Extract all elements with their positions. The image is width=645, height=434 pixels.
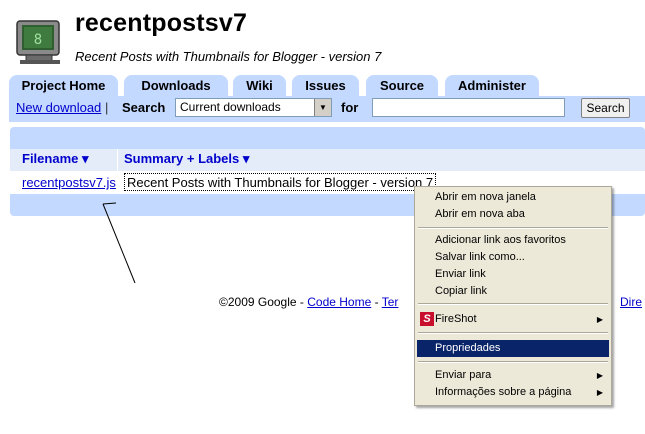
menu-separator (418, 303, 608, 305)
column-header-filename[interactable]: Filename ▾ (22, 151, 89, 167)
footer-link-direct[interactable]: Dire (620, 295, 642, 309)
new-download-link[interactable]: New download (16, 100, 101, 115)
svg-text:8: 8 (34, 32, 42, 48)
page-footer: ©2009 Google - Code Home - Ter (219, 295, 398, 309)
search-button[interactable]: Search (581, 98, 630, 118)
menu-item-properties[interactable]: Propriedades (417, 340, 609, 357)
tab-source[interactable]: Source (366, 75, 438, 96)
context-menu: Abrir em nova janela Abrir em nova aba A… (414, 186, 612, 406)
search-scope-value: Current downloads (180, 100, 281, 114)
search-scope-select[interactable]: Current downloads ▼ (175, 98, 332, 117)
menu-item-send-to-label: Enviar para (435, 369, 492, 381)
menu-item-fireshot-label: FireShot (435, 313, 477, 325)
menu-item-save-link-as[interactable]: Salvar link como... (417, 249, 609, 266)
terms-link[interactable]: Ter (382, 295, 399, 309)
column-divider (117, 149, 118, 171)
chevron-down-icon[interactable]: ▼ (314, 99, 331, 116)
menu-item-add-favorites[interactable]: Adicionar link aos favoritos (417, 232, 609, 249)
menu-item-fireshot[interactable]: S FireShot ▶ (417, 311, 609, 328)
menu-item-page-info[interactable]: Informações sobre a página ▶ (417, 384, 609, 401)
menu-item-copy-link[interactable]: Copiar link (417, 283, 609, 300)
for-label: for (341, 100, 359, 115)
tab-project-home[interactable]: Project Home (9, 75, 118, 96)
menu-separator (418, 227, 608, 229)
menu-item-send-to[interactable]: Enviar para ▶ (417, 367, 609, 384)
tab-downloads[interactable]: Downloads (124, 75, 228, 96)
menu-separator (418, 332, 608, 334)
search-label: Search (122, 100, 166, 115)
fireshot-icon: S (420, 312, 434, 326)
project-logo-monitor-icon: 8 (16, 20, 60, 64)
menu-item-open-new-tab[interactable]: Abrir em nova aba (417, 206, 609, 223)
submenu-arrow-icon: ▶ (596, 315, 603, 324)
code-home-link[interactable]: Code Home (307, 295, 371, 309)
tab-wiki[interactable]: Wiki (233, 75, 286, 96)
footer-separator: - (371, 295, 382, 309)
filename-link[interactable]: recentpostsv7.js (22, 175, 116, 190)
project-summary: Recent Posts with Thumbnails for Blogger… (75, 49, 382, 64)
results-table-header (10, 149, 645, 171)
tab-administer[interactable]: Administer (445, 75, 539, 96)
subbar-separator: | (105, 100, 109, 115)
menu-item-open-new-window[interactable]: Abrir em nova janela (417, 189, 609, 206)
copyright-text: ©2009 Google - (219, 295, 308, 309)
results-table-top-bar (10, 127, 645, 149)
summary-link[interactable]: Recent Posts with Thumbnails for Blogger… (124, 173, 437, 191)
annotation-arrow (102, 202, 136, 284)
tab-issues[interactable]: Issues (292, 75, 359, 96)
menu-item-page-info-label: Informações sobre a página (435, 386, 572, 398)
menu-separator (418, 361, 608, 363)
project-title[interactable]: recentpostsv7 (75, 9, 247, 38)
submenu-arrow-icon: ▶ (596, 371, 603, 380)
submenu-arrow-icon: ▶ (596, 388, 603, 397)
column-header-summary[interactable]: Summary + Labels ▾ (124, 151, 249, 167)
menu-item-send-link[interactable]: Enviar link (417, 266, 609, 283)
search-input[interactable] (372, 98, 565, 117)
